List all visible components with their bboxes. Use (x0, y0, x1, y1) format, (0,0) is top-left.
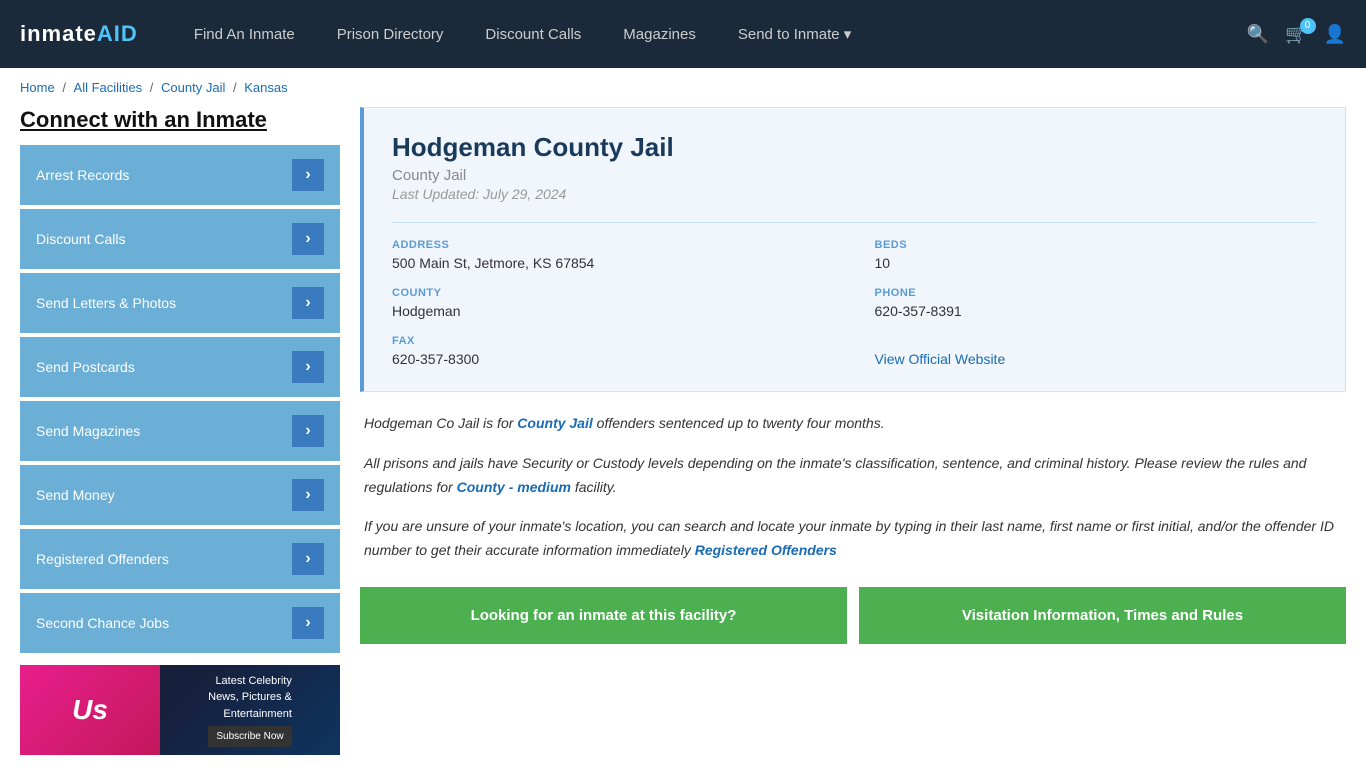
facility-beds: 10 (875, 255, 1318, 271)
sidebar-btn-arrest-records[interactable]: Arrest Records › (20, 145, 340, 205)
sidebar-btn-send-postcards[interactable]: Send Postcards › (20, 337, 340, 397)
facility-county-block: COUNTY Hodgeman (392, 287, 835, 319)
county-label: COUNTY (392, 287, 835, 299)
user-icon[interactable]: 👤 (1324, 24, 1346, 45)
sidebar-label-arrest-records: Arrest Records (36, 167, 129, 183)
facility-fax: 620-357-8300 (392, 351, 835, 367)
advertisement: Us Latest CelebrityNews, Pictures &Enter… (20, 665, 340, 755)
facility-phone: 620-357-8391 (875, 303, 1318, 319)
cta-visitation[interactable]: Visitation Information, Times and Rules (859, 587, 1346, 644)
description-section: Hodgeman Co Jail is for County Jail offe… (360, 412, 1346, 563)
main-nav: Find An Inmate Prison Directory Discount… (178, 17, 1247, 51)
facility-fax-block: FAX 620-357-8300 (392, 335, 835, 367)
facility-details: ADDRESS 500 Main St, Jetmore, KS 67854 B… (392, 222, 1317, 367)
facility-beds-block: BEDS 10 (875, 239, 1318, 271)
facility-website-block: WEBSITE View Official Website (875, 335, 1318, 367)
ad-tagline: Latest CelebrityNews, Pictures &Entertai… (208, 673, 292, 723)
registered-offenders-link[interactable]: Registered Offenders (695, 542, 837, 558)
sidebar-btn-registered-offenders[interactable]: Registered Offenders › (20, 529, 340, 589)
fax-label: FAX (392, 335, 835, 347)
sidebar-label-send-letters: Send Letters & Photos (36, 295, 176, 311)
arrow-icon-1: › (292, 223, 324, 255)
facility-card: Hodgeman County Jail County Jail Last Up… (360, 107, 1346, 392)
arrow-icon-2: › (292, 287, 324, 319)
county-jail-link[interactable]: County Jail (517, 415, 592, 431)
arrow-icon-3: › (292, 351, 324, 383)
ad-logo: Us (20, 665, 160, 755)
desc-para-2: All prisons and jails have Security or C… (364, 452, 1342, 500)
main-content: Hodgeman County Jail County Jail Last Up… (360, 107, 1346, 755)
sidebar-btn-send-money[interactable]: Send Money › (20, 465, 340, 525)
desc-para2-post: facility. (571, 479, 617, 495)
arrow-icon-0: › (292, 159, 324, 191)
desc-para3-pre: If you are unsure of your inmate's locat… (364, 518, 1334, 558)
cta-buttons: Looking for an inmate at this facility? … (360, 587, 1346, 644)
sidebar-btn-send-letters[interactable]: Send Letters & Photos › (20, 273, 340, 333)
arrow-icon-7: › (292, 607, 324, 639)
address-label: ADDRESS (392, 239, 835, 251)
search-icon[interactable]: 🔍 (1247, 24, 1269, 45)
desc-para-1: Hodgeman Co Jail is for County Jail offe… (364, 412, 1342, 436)
facility-address-block: ADDRESS 500 Main St, Jetmore, KS 67854 (392, 239, 835, 271)
logo[interactable]: inmateAID (20, 21, 138, 47)
desc-para-3: If you are unsure of your inmate's locat… (364, 515, 1342, 563)
facility-address: 500 Main St, Jetmore, KS 67854 (392, 255, 835, 271)
desc-para1-pre: Hodgeman Co Jail is for (364, 415, 517, 431)
facility-updated: Last Updated: July 29, 2024 (392, 186, 1317, 202)
nav-right-icons: 🔍 🛒 0 👤 (1247, 24, 1346, 45)
facility-website-link[interactable]: View Official Website (875, 351, 1006, 367)
main-container: Connect with an Inmate Arrest Records › … (0, 107, 1366, 775)
nav-send-to-inmate[interactable]: Send to Inmate ▾ (722, 17, 867, 51)
sidebar-label-send-postcards: Send Postcards (36, 359, 135, 375)
desc-para1-post: offenders sentenced up to twenty four mo… (593, 415, 885, 431)
nav-magazines[interactable]: Magazines (607, 18, 712, 51)
sidebar-btn-discount-calls[interactable]: Discount Calls › (20, 209, 340, 269)
sidebar-label-discount-calls: Discount Calls (36, 231, 125, 247)
arrow-icon-4: › (292, 415, 324, 447)
sidebar-label-second-chance-jobs: Second Chance Jobs (36, 615, 169, 631)
nav-discount-calls[interactable]: Discount Calls (469, 18, 597, 51)
sidebar-label-registered-offenders: Registered Offenders (36, 551, 169, 567)
site-header: inmateAID Find An Inmate Prison Director… (0, 0, 1366, 68)
arrow-icon-5: › (292, 479, 324, 511)
facility-phone-block: PHONE 620-357-8391 (875, 287, 1318, 319)
facility-county: Hodgeman (392, 303, 835, 319)
breadcrumb: Home / All Facilities / County Jail / Ka… (0, 68, 1366, 107)
breadcrumb-county-jail[interactable]: County Jail (161, 80, 225, 95)
nav-find-inmate[interactable]: Find An Inmate (178, 18, 311, 51)
sidebar-btn-second-chance-jobs[interactable]: Second Chance Jobs › (20, 593, 340, 653)
sidebar-btn-send-magazines[interactable]: Send Magazines › (20, 401, 340, 461)
breadcrumb-home[interactable]: Home (20, 80, 55, 95)
beds-label: BEDS (875, 239, 1318, 251)
breadcrumb-kansas[interactable]: Kansas (244, 80, 287, 95)
cart-count: 0 (1300, 18, 1316, 34)
phone-label: PHONE (875, 287, 1318, 299)
cart-icon[interactable]: 🛒 0 (1285, 24, 1307, 45)
cta-find-inmate[interactable]: Looking for an inmate at this facility? (360, 587, 847, 644)
sidebar-label-send-money: Send Money (36, 487, 115, 503)
sidebar: Connect with an Inmate Arrest Records › … (20, 107, 340, 755)
arrow-icon-6: › (292, 543, 324, 575)
sidebar-title: Connect with an Inmate (20, 107, 340, 133)
facility-type: County Jail (392, 167, 1317, 184)
nav-prison-directory[interactable]: Prison Directory (321, 18, 460, 51)
ad-content: Latest CelebrityNews, Pictures &Entertai… (200, 665, 300, 755)
logo-text: inmateAID (20, 21, 138, 47)
sidebar-label-send-magazines: Send Magazines (36, 423, 140, 439)
ad-cta[interactable]: Subscribe Now (208, 726, 292, 747)
county-medium-link[interactable]: County - medium (457, 479, 571, 495)
breadcrumb-all-facilities[interactable]: All Facilities (74, 80, 143, 95)
facility-name: Hodgeman County Jail (392, 132, 1317, 163)
